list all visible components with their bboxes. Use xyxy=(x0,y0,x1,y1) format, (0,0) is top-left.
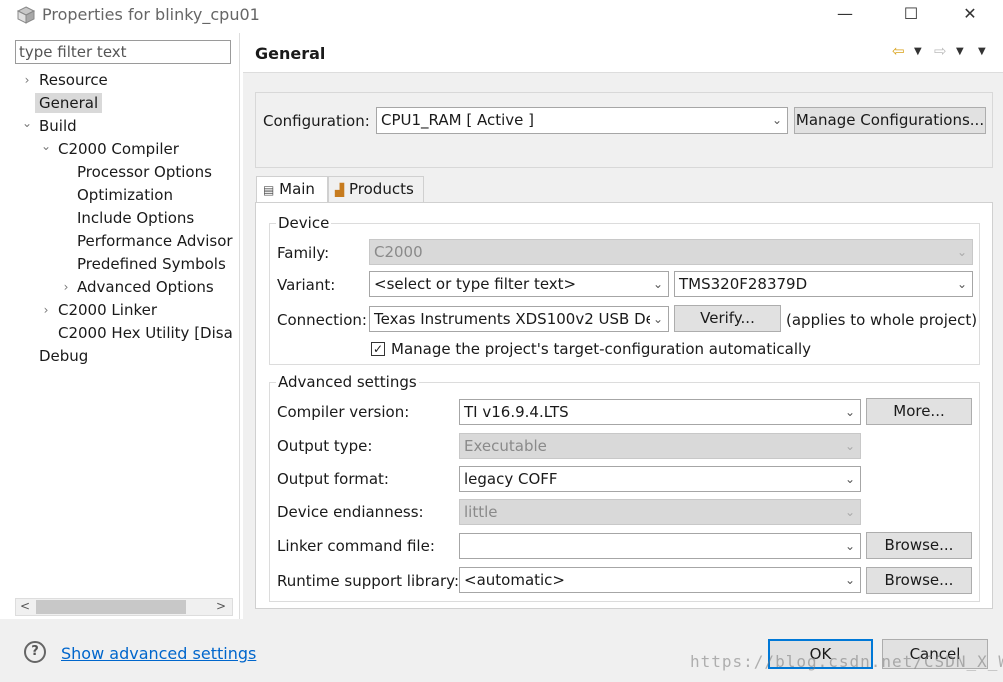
configuration-label: Configuration: xyxy=(263,112,370,130)
sidebar-horizontal-scrollbar[interactable]: < > xyxy=(15,598,233,616)
advanced-settings-title: Advanced settings xyxy=(276,373,419,391)
main-header xyxy=(243,33,1003,73)
app-icon xyxy=(16,6,36,24)
configuration-select[interactable]: CPU1_RAM [ Active ] ⌄ xyxy=(376,107,788,134)
forward-arrow-icon[interactable]: ⇨ xyxy=(934,42,947,60)
output-format-select[interactable]: legacy COFF ⌄ xyxy=(459,466,861,492)
maximize-button[interactable]: ☐ xyxy=(898,4,924,26)
variant-filter-select[interactable]: <select or type filter text> ⌄ xyxy=(369,271,669,297)
sidebar-item-hex-utility[interactable]: C2000 Hex Utility [Disal xyxy=(58,323,232,343)
tab-products-label: Products xyxy=(349,180,414,198)
linker-command-file-label: Linker command file: xyxy=(277,537,435,555)
family-value: C2000 xyxy=(374,243,423,261)
collapse-build-icon[interactable]: ⌄ xyxy=(21,116,33,130)
sidebar-item-advanced-options[interactable]: Advanced Options xyxy=(77,277,214,297)
connection-value: Texas Instruments XDS100v2 USB Det xyxy=(374,310,661,328)
sidebar-item-performance-advisor[interactable]: Performance Advisor xyxy=(77,231,233,251)
tab-products[interactable]: ▟ Products xyxy=(328,176,424,202)
output-type-label: Output type: xyxy=(277,437,373,455)
chevron-down-icon: ⌄ xyxy=(652,277,663,291)
device-group-title: Device xyxy=(276,214,332,232)
chevron-down-icon: ⌄ xyxy=(771,113,782,127)
output-type-select: Executable ⌄ xyxy=(459,433,861,459)
endianness-value: little xyxy=(464,503,498,521)
configuration-value: CPU1_RAM [ Active ] xyxy=(381,111,534,129)
verify-button[interactable]: Verify... xyxy=(674,305,781,332)
sidebar-item-include-options[interactable]: Include Options xyxy=(77,208,194,228)
chevron-down-icon: ⌄ xyxy=(844,573,855,587)
compiler-version-value: TI v16.9.4.LTS xyxy=(464,403,569,421)
browse-linker-button[interactable]: Browse... xyxy=(866,532,972,559)
variant-filter-value: <select or type filter text> xyxy=(374,275,577,293)
view-menu-icon[interactable]: ▼ xyxy=(978,46,986,57)
family-select: C2000 ⌄ xyxy=(369,239,973,265)
sidebar-item-optimization[interactable]: Optimization xyxy=(77,185,173,205)
sidebar-item-resource[interactable]: Resource xyxy=(39,70,108,90)
variant-label: Variant: xyxy=(277,276,336,294)
sidebar-item-c2000-linker[interactable]: C2000 Linker xyxy=(58,300,157,320)
sidebar-item-build[interactable]: Build xyxy=(39,116,77,136)
filter-input[interactable]: type filter text xyxy=(15,40,231,64)
variant-value: TMS320F28379D xyxy=(679,275,808,293)
tab-main[interactable]: ▤ Main xyxy=(256,176,328,203)
scroll-thumb[interactable] xyxy=(36,600,186,614)
runtime-library-label: Runtime support library: xyxy=(277,572,459,590)
connection-label: Connection: xyxy=(277,311,367,329)
help-icon[interactable]: ? xyxy=(24,641,46,663)
forward-menu-icon[interactable]: ▼ xyxy=(956,46,964,57)
endianness-select: little ⌄ xyxy=(459,499,861,525)
scroll-right-icon[interactable]: > xyxy=(216,599,226,613)
runtime-library-value: <automatic> xyxy=(464,571,565,589)
output-type-value: Executable xyxy=(464,437,547,455)
close-button[interactable]: ✕ xyxy=(957,4,983,26)
sidebar-item-c2000-compiler[interactable]: C2000 Compiler xyxy=(58,139,179,159)
chevron-down-icon: ⌄ xyxy=(844,439,855,453)
products-icon: ▟ xyxy=(335,183,345,197)
connection-select[interactable]: Texas Instruments XDS100v2 USB Det ⌄ xyxy=(369,306,669,332)
list-icon: ▤ xyxy=(263,183,275,197)
sidebar-item-processor-options[interactable]: Processor Options xyxy=(77,162,212,182)
expand-linker-icon[interactable]: › xyxy=(40,303,52,317)
manage-target-config-label: Manage the project's target-configuratio… xyxy=(391,340,812,358)
show-advanced-settings-link[interactable]: Show advanced settings xyxy=(61,644,256,663)
sidebar-item-debug[interactable]: Debug xyxy=(39,346,88,366)
chevron-down-icon: ⌄ xyxy=(956,245,967,259)
expand-advanced-options-icon[interactable]: › xyxy=(60,280,72,294)
applies-note: (applies to whole project) xyxy=(786,311,978,329)
linker-command-file-select[interactable]: ⌄ xyxy=(459,533,861,559)
chevron-down-icon: ⌄ xyxy=(844,539,855,553)
variant-select[interactable]: TMS320F28379D ⌄ xyxy=(674,271,973,297)
manage-configurations-button[interactable]: Manage Configurations... xyxy=(794,107,986,134)
chevron-down-icon: ⌄ xyxy=(844,472,855,486)
more-button[interactable]: More... xyxy=(866,398,972,425)
output-format-value: legacy COFF xyxy=(464,470,558,488)
endianness-label: Device endianness: xyxy=(277,503,424,521)
output-format-label: Output format: xyxy=(277,470,389,488)
collapse-compiler-icon[interactable]: ⌄ xyxy=(40,139,52,153)
window-title: Properties for blinky_cpu01 xyxy=(42,5,260,24)
minimize-button[interactable]: — xyxy=(832,4,858,26)
back-arrow-icon[interactable]: ⇦ xyxy=(892,42,905,60)
compiler-version-label: Compiler version: xyxy=(277,403,410,421)
expand-resource-icon[interactable]: › xyxy=(21,73,33,87)
browse-runtime-button[interactable]: Browse... xyxy=(866,567,972,594)
scroll-left-icon[interactable]: < xyxy=(20,599,30,613)
family-label: Family: xyxy=(277,244,330,262)
watermark: https://blog.csdn.net/CSDN_X_W xyxy=(690,652,1003,671)
chevron-down-icon: ⌄ xyxy=(844,505,855,519)
sidebar-item-predefined-symbols[interactable]: Predefined Symbols xyxy=(77,254,226,274)
compiler-version-select[interactable]: TI v16.9.4.LTS ⌄ xyxy=(459,399,861,425)
tab-main-label: Main xyxy=(279,180,315,198)
chevron-down-icon: ⌄ xyxy=(956,277,967,291)
sidebar-item-general[interactable]: General xyxy=(35,93,103,113)
chevron-down-icon: ⌄ xyxy=(649,307,663,331)
back-menu-icon[interactable]: ▼ xyxy=(914,46,922,57)
page-title: General xyxy=(255,44,326,63)
manage-target-config-checkbox[interactable]: ✓ xyxy=(371,342,385,356)
runtime-library-select[interactable]: <automatic> ⌄ xyxy=(459,567,861,593)
chevron-down-icon: ⌄ xyxy=(844,405,855,419)
